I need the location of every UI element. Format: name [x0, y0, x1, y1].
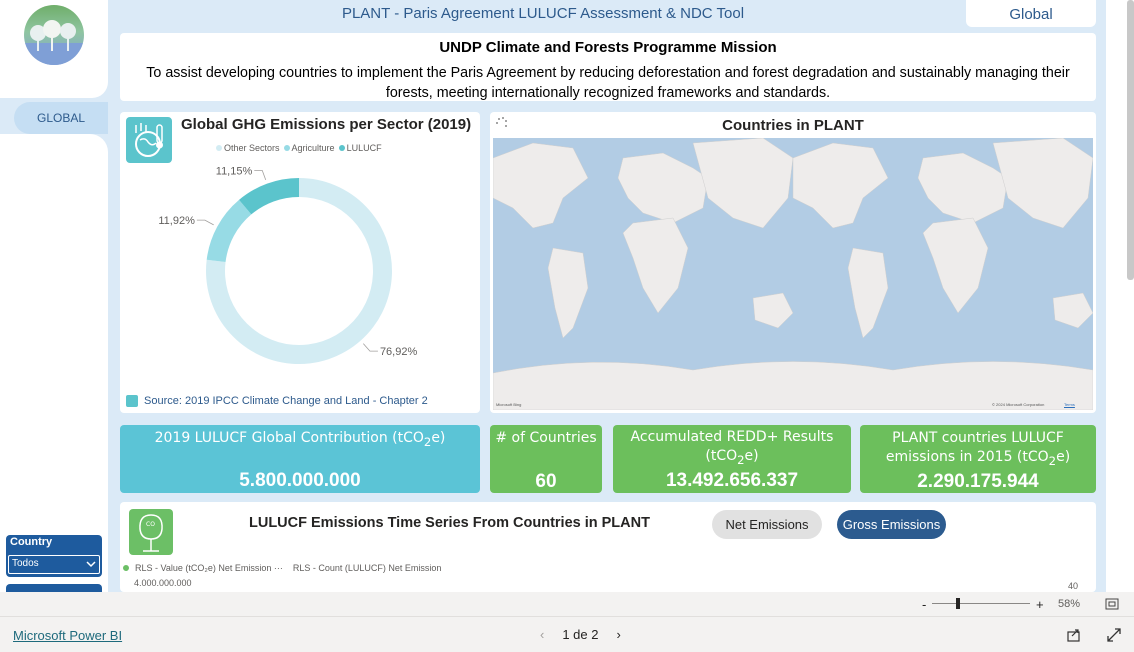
chevron-right-icon[interactable]: ›: [617, 627, 621, 642]
country-dropdown[interactable]: Todos: [8, 555, 100, 574]
donut-data-label: 11,92%: [158, 215, 195, 227]
sidebar-panel: [0, 134, 108, 592]
donut-data-label: 11,15%: [216, 165, 253, 177]
legend-label: Other Sectors: [224, 143, 280, 153]
kpi-plant-lulucf-2015: PLANT countries LULUCF emissions in 2015…: [860, 425, 1096, 493]
page-indicator: 1 de 2: [562, 627, 599, 642]
donut-slice-lulucf[interactable]: [239, 178, 299, 215]
kpi-label: Accumulated REDD+ Results (tCO: [630, 429, 834, 464]
mission-text: To assist developing countries to implem…: [146, 65, 1070, 101]
donut-leader-line: [363, 343, 378, 352]
legend-item[interactable]: Agriculture: [283, 143, 335, 153]
mission-title: UNDP Climate and Forests Programme Missi…: [439, 39, 777, 56]
plant-logo: [24, 5, 84, 65]
sector-donut: 76,92% 11,92% 11,15%: [158, 165, 418, 364]
zoom-slider-thumb[interactable]: [956, 598, 960, 609]
scrollbar-thumb[interactable]: [1127, 0, 1134, 280]
map-attribution-right: © 2024 Microsoft Corporation: [992, 402, 1045, 407]
country-slicer-title: Country: [10, 536, 53, 548]
tab-global-label: GLOBAL: [36, 111, 86, 125]
map-title: Countries in PLANT: [722, 117, 864, 134]
chevron-left-icon[interactable]: ‹: [540, 627, 544, 642]
tab-global[interactable]: GLOBAL: [14, 102, 108, 134]
global-button[interactable]: Global: [966, 0, 1096, 27]
world-map-shapes: [493, 138, 1093, 410]
donut-leader-line: [254, 170, 267, 181]
map-attribution-left: Microsoft Bing: [496, 402, 522, 407]
zoom-slider[interactable]: [932, 603, 1030, 604]
kpi-label-end: e): [744, 448, 759, 464]
world-map[interactable]: [493, 138, 1093, 410]
svg-text:CO: CO: [146, 521, 155, 528]
kpi-label: PLANT countries LULUCF emissions in 2015…: [885, 430, 1064, 465]
co2-tree-icon: CO: [129, 509, 173, 555]
kpi-label-sub: 2: [737, 452, 745, 467]
kpi-redd-results: Accumulated REDD+ Results (tCO2e) 13.492…: [613, 425, 851, 493]
power-bi-link[interactable]: Microsoft Power BI: [13, 628, 122, 643]
legend-item[interactable]: LULUCF: [338, 143, 382, 153]
kpi-value: 5.800.000.000: [239, 470, 361, 491]
timeseries-title: LULUCF Emissions Time Series From Countr…: [249, 515, 650, 531]
kpi-label: 2019 LULUCF Global Contribution (tCO: [154, 430, 424, 446]
zoom-in-button[interactable]: +: [1036, 597, 1044, 612]
kpi-value: 13.492.656.337: [665, 470, 799, 491]
report-title: PLANT - Paris Agreement LULUCF Assessmen…: [341, 5, 745, 22]
sector-chart-legend: Other Sectors Agriculture LULUCF: [216, 143, 382, 153]
legend-label: Agriculture: [291, 143, 335, 153]
thermometer-globe-icon: [126, 117, 172, 163]
kpi-value: 2.290.175.944: [917, 471, 1039, 492]
legend-dot: [123, 565, 129, 571]
y-axis-right-top: 40: [1068, 581, 1079, 591]
legend-item[interactable]: Other Sectors: [216, 143, 280, 153]
donut-leader-line: [196, 219, 214, 226]
donut-slice-agriculture[interactable]: [206, 199, 252, 263]
y-axis-left-top: 4.000.000.000: [134, 578, 192, 588]
kpi-lulucf-global: 2019 LULUCF Global Contribution (tCO2e) …: [120, 425, 480, 493]
chevron-down-icon: [86, 561, 96, 568]
source-note: Source: 2019 IPCC Climate Change and Lan…: [126, 395, 428, 407]
sector-chart-title: Global GHG Emissions per Sector (2019): [181, 116, 472, 133]
map-terms-link[interactable]: Terms: [1064, 402, 1075, 407]
page-navigator: ‹ 1 de 2 ›: [540, 627, 621, 642]
legend-dot: [338, 145, 345, 151]
kpi-value: 60: [535, 471, 557, 492]
fullscreen-icon[interactable]: [1106, 627, 1122, 643]
kpi-label: # of Countries: [495, 430, 597, 446]
share-icon[interactable]: [1066, 627, 1082, 643]
legend-dot: [216, 145, 222, 151]
country-dropdown-value: Todos: [12, 558, 39, 569]
legend-label: LULUCF: [346, 143, 382, 153]
mission-card: UNDP Climate and Forests Programme Missi…: [120, 33, 1096, 101]
zoom-level: 58%: [1058, 598, 1081, 610]
source-text: Source: 2019 IPCC Climate Change and Lan…: [144, 395, 428, 407]
legend-series-1: RLS - Value (tCO₂e) Net Emission ···: [135, 563, 283, 573]
kpi-label-sub: 2: [1048, 453, 1057, 468]
net-emissions-button[interactable]: Net Emissions: [712, 510, 822, 539]
donut-data-label: 76,92%: [380, 346, 418, 358]
gross-emissions-button[interactable]: Gross Emissions: [837, 510, 946, 539]
timeseries-legend: RLS - Value (tCO₂e) Net Emission ··· RLS…: [123, 563, 441, 573]
kpi-label-end: e): [431, 430, 446, 446]
legend-series-2: RLS - Count (LULUCF) Net Emission: [292, 563, 442, 573]
source-square-icon: [126, 395, 138, 407]
zoom-bar: [0, 592, 1134, 616]
kpi-label-end: e): [1056, 449, 1071, 465]
legend-dot: [283, 145, 290, 151]
zoom-out-button[interactable]: -: [922, 597, 926, 612]
kpi-country-count: # of Countries 60: [490, 425, 602, 493]
fit-to-page-icon[interactable]: [1105, 598, 1119, 610]
